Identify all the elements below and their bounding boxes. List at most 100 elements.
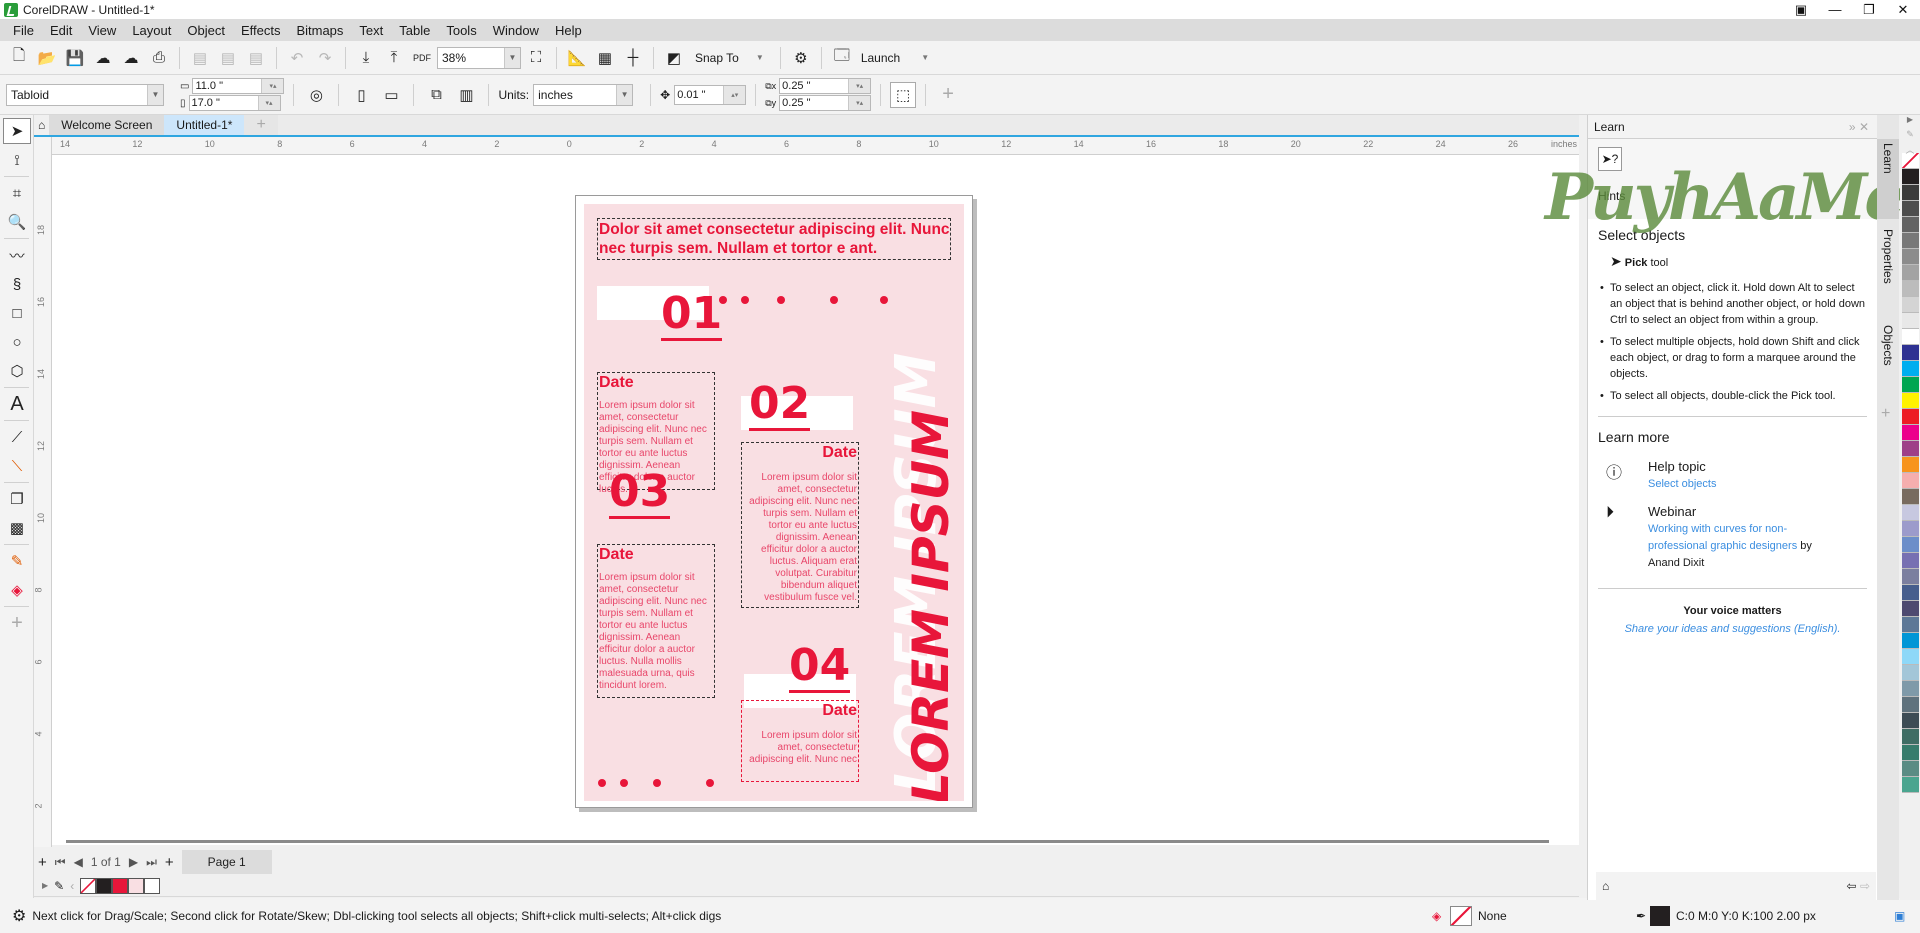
palette-menu-icon[interactable]: ▶ [1900, 115, 1920, 129]
color-swatch[interactable] [1902, 345, 1919, 361]
launch-icon[interactable]: 🗔 [829, 45, 855, 71]
color-swatch[interactable] [1902, 393, 1919, 409]
import-icon[interactable]: ⤓ [353, 45, 379, 71]
color-swatch[interactable] [1902, 729, 1919, 745]
color-swatch[interactable] [1902, 681, 1919, 697]
grid-icon[interactable]: ▦ [592, 45, 618, 71]
spinner-arrows[interactable]: ▾▴ [261, 79, 284, 93]
color-swatch[interactable] [1902, 697, 1919, 713]
color-swatch[interactable] [1902, 329, 1919, 345]
color-swatch[interactable] [1902, 281, 1919, 297]
interactive-fill-tool-icon[interactable]: ◈ [3, 577, 31, 603]
page-tab-1[interactable]: Page 1 [181, 850, 272, 874]
color-swatch[interactable] [1902, 361, 1919, 377]
color-swatch[interactable] [1902, 633, 1919, 649]
crop-tool-icon[interactable]: ⌗ [3, 180, 31, 206]
full-screen-icon[interactable]: ⛶ [523, 45, 549, 71]
spinner-arrows[interactable]: ▾▴ [848, 79, 871, 93]
text-tool-icon[interactable]: A [3, 391, 31, 417]
color-swatch[interactable] [1902, 457, 1919, 473]
snap-to-button[interactable]: Snap To [695, 51, 739, 65]
color-swatch[interactable] [1902, 585, 1919, 601]
color-swatch[interactable] [1902, 553, 1919, 569]
outline-color-swatch[interactable] [1650, 905, 1670, 926]
current-page-icon[interactable]: ▥ [453, 82, 479, 108]
close-button[interactable]: ✕ [1886, 0, 1920, 19]
add-page-before-icon[interactable]: + [38, 854, 47, 871]
new-document-icon[interactable]: 🗋 [6, 45, 32, 71]
menu-tools[interactable]: Tools [439, 23, 485, 38]
first-page-icon[interactable]: ⏮ [55, 855, 66, 870]
color-proof-icon[interactable]: ▣ [1894, 909, 1905, 923]
menu-file[interactable]: File [6, 23, 43, 38]
dup-x-input[interactable]: 0.25 " ▾▴ [779, 78, 872, 94]
dimension-tool-icon[interactable]: ⟋ [3, 424, 31, 450]
drawing-canvas[interactable]: Dolor sit amet consectetur adipiscing el… [52, 155, 1579, 845]
learn-home-icon[interactable]: ⌂ [1602, 879, 1609, 893]
drop-shadow-tool-icon[interactable]: ❐ [3, 486, 31, 512]
last-page-icon[interactable]: ⏭ [146, 855, 157, 870]
color-swatch[interactable] [1902, 569, 1919, 585]
feedback-link[interactable]: Share your ideas and suggestions (Englis… [1588, 623, 1877, 635]
account-icon[interactable]: ▣ [1784, 0, 1818, 19]
chevron-down-icon[interactable]: ▼ [747, 45, 773, 71]
cloud-upload-icon[interactable]: ☁ [118, 45, 144, 71]
menu-table[interactable]: Table [392, 23, 439, 38]
horizontal-scrollbar[interactable] [66, 840, 1549, 843]
color-swatch[interactable] [1902, 249, 1919, 265]
spinner-arrows[interactable]: ▾▴ [848, 96, 871, 110]
page-size-combo[interactable]: Tabloid ▼ [6, 83, 164, 106]
page-options-icon[interactable]: ◎ [303, 82, 329, 108]
menu-object[interactable]: Object [180, 23, 234, 38]
menu-window[interactable]: Window [486, 23, 548, 38]
docker-tab-properties[interactable]: Properties [1877, 225, 1899, 315]
gear-icon[interactable]: ⚙ [788, 45, 814, 71]
color-swatch[interactable] [1902, 425, 1919, 441]
guidelines-icon[interactable]: ┼ [620, 45, 646, 71]
ellipse-tool-icon[interactable]: ○ [3, 329, 31, 355]
color-swatch[interactable] [1902, 217, 1919, 233]
polygon-tool-icon[interactable]: ⬡ [3, 358, 31, 384]
previous-page-icon[interactable]: ◀ [74, 855, 83, 869]
add-page-after-icon[interactable]: + [165, 854, 174, 871]
copy-icon[interactable]: ▤ [215, 45, 241, 71]
no-fill-swatch[interactable] [1450, 905, 1472, 926]
add-docker-icon[interactable]: + [1881, 405, 1890, 423]
color-swatch[interactable] [1902, 169, 1919, 185]
color-swatch[interactable] [1902, 777, 1919, 793]
zoom-tool-icon[interactable]: 🔍 [3, 209, 31, 235]
docker-tab-objects[interactable]: Objects [1877, 321, 1899, 391]
rectangle-tool-icon[interactable]: □ [3, 300, 31, 326]
color-swatch[interactable] [1902, 313, 1919, 329]
menu-effects[interactable]: Effects [234, 23, 290, 38]
color-swatch[interactable] [1902, 185, 1919, 201]
gear-icon[interactable]: ⚙ [12, 906, 26, 926]
all-pages-icon[interactable]: ⧉ [423, 82, 449, 108]
chevron-down-icon[interactable]: ▼ [616, 84, 633, 105]
help-topic-link[interactable]: Select objects [1648, 478, 1716, 490]
color-swatch[interactable] [1902, 441, 1919, 457]
page-height-input[interactable]: 17.0 " ▾▴ [188, 95, 281, 111]
color-swatch[interactable] [1902, 473, 1919, 489]
redo-icon[interactable]: ↷ [312, 45, 338, 71]
color-swatch[interactable] [1902, 745, 1919, 761]
spinner-arrows[interactable]: ▴▾ [723, 85, 746, 104]
palette-scroll-left-icon[interactable]: ‹ [70, 879, 74, 893]
color-swatch[interactable] [1902, 521, 1919, 537]
color-swatch[interactable] [1902, 233, 1919, 249]
home-icon[interactable]: ⌂ [34, 115, 50, 135]
menu-layout[interactable]: Layout [125, 23, 180, 38]
horizontal-ruler[interactable]: 14 12 10 8 6 4 2 0 2 4 6 8 10 12 14 16 18 20 22 24 26 inches [52, 137, 1579, 155]
pick-tool-icon[interactable]: ➤ [3, 118, 31, 144]
palette-expand-icon[interactable]: ▶ [42, 881, 48, 890]
color-swatch[interactable] [1902, 601, 1919, 617]
menu-text[interactable]: Text [352, 23, 392, 38]
snap-off-icon[interactable]: ◩ [661, 45, 687, 71]
tab-untitled-1[interactable]: Untitled-1* [164, 115, 245, 135]
shape-tool-icon[interactable]: ⟟ [3, 147, 31, 173]
cloud-download-icon[interactable]: ☁ [90, 45, 116, 71]
chevron-down-icon[interactable]: ▼ [504, 47, 520, 68]
spinner-arrows[interactable]: ▾▴ [257, 96, 280, 110]
open-icon[interactable]: 📂 [34, 45, 60, 71]
landscape-icon[interactable]: ▭ [378, 82, 404, 108]
